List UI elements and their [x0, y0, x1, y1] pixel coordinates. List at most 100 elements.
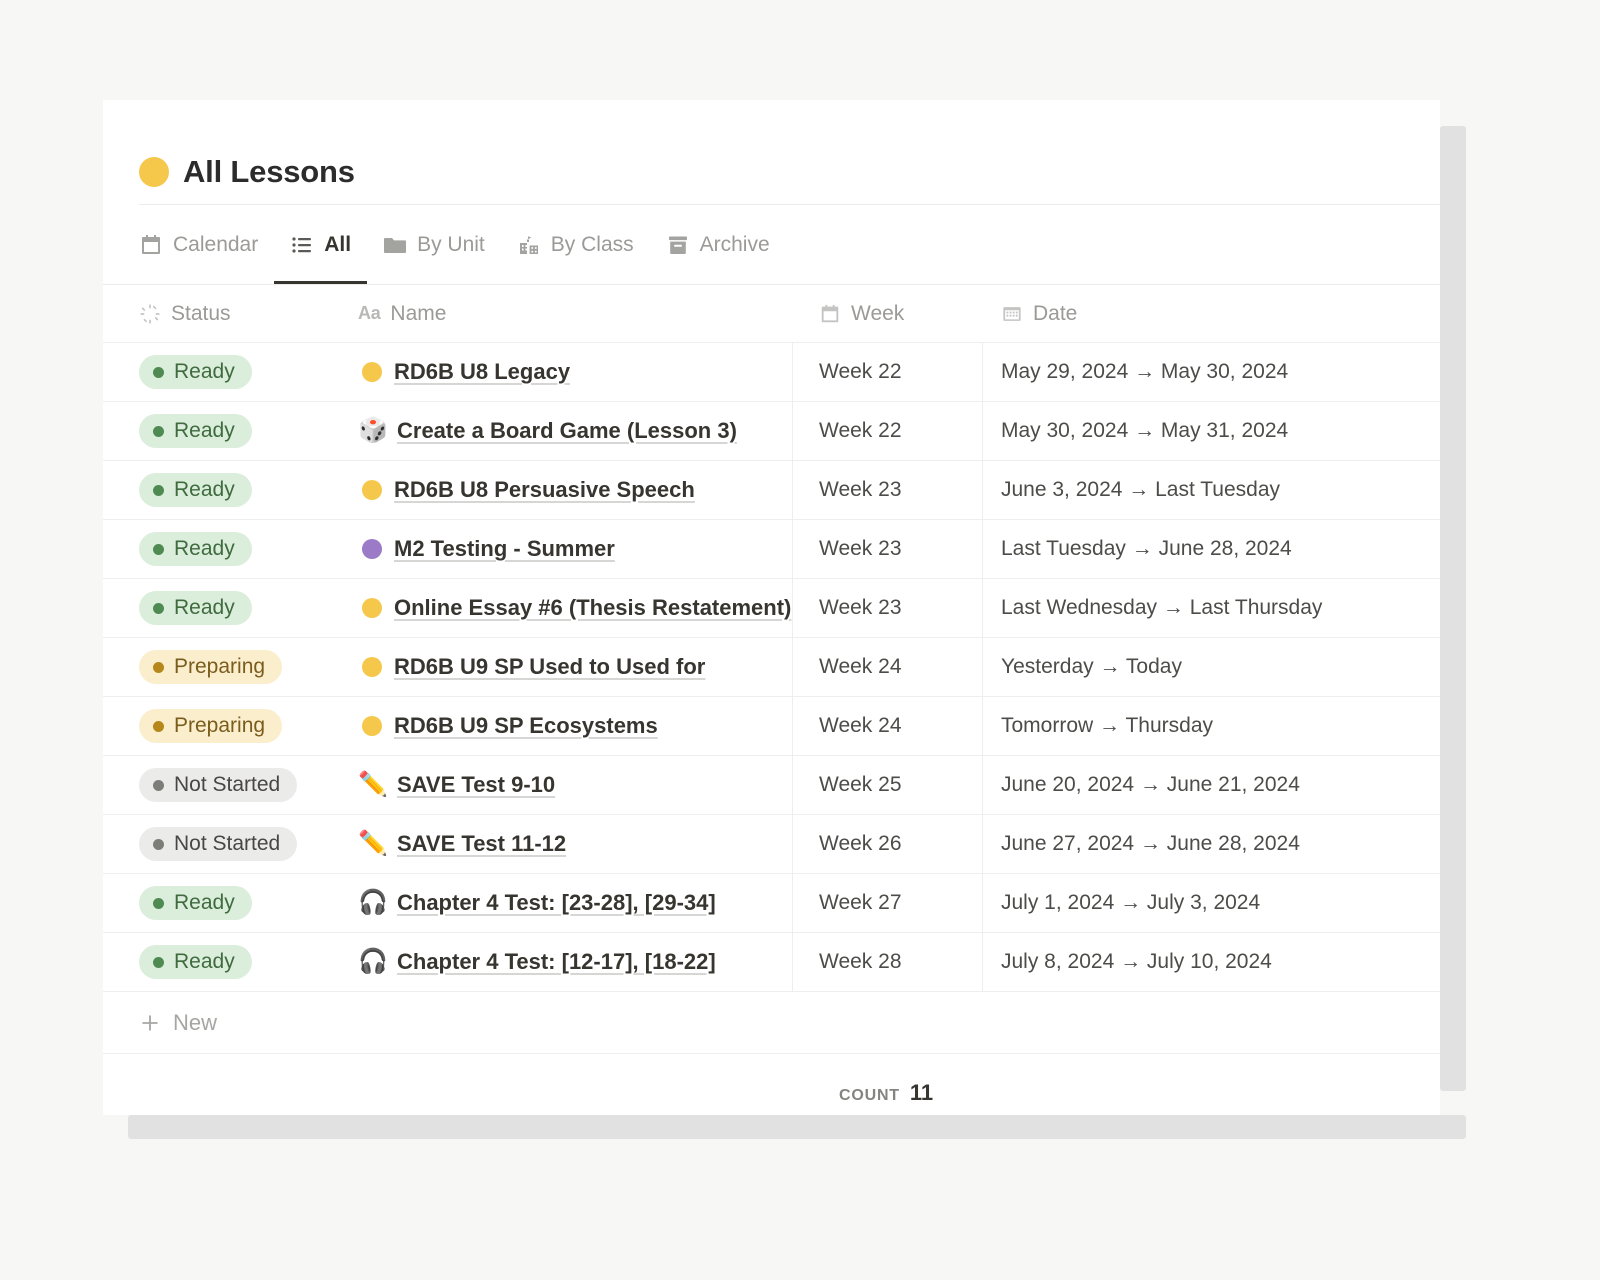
- cell-week[interactable]: Week 25: [793, 756, 983, 814]
- cell-name[interactable]: RD6B U9 SP Used to Used for: [358, 638, 793, 696]
- horizontal-scrollbar-thumb[interactable]: [128, 1115, 1466, 1139]
- tab-archive[interactable]: Archive: [650, 205, 786, 284]
- new-row-button[interactable]: New: [103, 992, 1440, 1054]
- row-name-link[interactable]: RD6B U9 SP Ecosystems: [394, 713, 658, 739]
- status-label: Ready: [174, 596, 235, 619]
- table-row[interactable]: Not Started ✏️ SAVE Test 11-12 Week 26 June …: [103, 815, 1440, 874]
- list-icon: [290, 233, 314, 257]
- yellow-circle-icon: [362, 598, 382, 618]
- cell-date[interactable]: Tomorrow → Thursday: [983, 697, 1440, 755]
- cell-name[interactable]: 🎲 Create a Board Game (Lesson 3): [358, 402, 793, 460]
- cell-date[interactable]: May 30, 2024 → May 31, 2024: [983, 402, 1440, 460]
- cell-status[interactable]: Ready: [103, 414, 358, 448]
- cell-date[interactable]: June 20, 2024 → June 21, 2024: [983, 756, 1440, 814]
- table-row[interactable]: Ready RD6B U8 Persuasive Speech Week 23 Jun…: [103, 461, 1440, 520]
- row-name-link[interactable]: RD6B U8 Legacy: [394, 359, 570, 385]
- week-value: Week 28: [819, 950, 902, 973]
- yellow-circle-icon: [362, 716, 382, 736]
- tab-by-class-label: By Class: [550, 232, 634, 256]
- cell-name[interactable]: RD6B U8 Legacy: [358, 343, 793, 401]
- column-header-date[interactable]: Date: [983, 285, 1440, 342]
- cell-status[interactable]: Ready: [103, 355, 358, 389]
- date-value: Last Wednesday → Last Thursday: [1001, 596, 1323, 619]
- cell-status[interactable]: Not Started: [103, 827, 358, 861]
- date-value: Tomorrow → Thursday: [1001, 714, 1214, 737]
- column-header-date-label: Date: [1033, 301, 1078, 325]
- cell-name[interactable]: Online Essay #6 (Thesis Restatement): [358, 579, 793, 637]
- cell-date[interactable]: May 29, 2024 → May 30, 2024: [983, 343, 1440, 401]
- cell-date[interactable]: Last Wednesday → Last Thursday: [983, 579, 1440, 637]
- table-row[interactable]: Ready Online Essay #6 (Thesis Restatement…: [103, 579, 1440, 638]
- cell-week[interactable]: Week 22: [793, 343, 983, 401]
- cell-name[interactable]: RD6B U9 SP Ecosystems: [358, 697, 793, 755]
- cell-date[interactable]: June 3, 2024 → Last Tuesday: [983, 461, 1440, 519]
- table-row[interactable]: Preparing RD6B U9 SP Used to Used for Week…: [103, 638, 1440, 697]
- table-row[interactable]: Preparing RD6B U9 SP Ecosystems Week 24 Tom…: [103, 697, 1440, 756]
- cell-week[interactable]: Week 26: [793, 815, 983, 873]
- row-name-link[interactable]: Create a Board Game (Lesson 3): [397, 418, 737, 444]
- headphone-emoji: 🎧: [358, 948, 388, 975]
- status-badge: Not Started: [139, 827, 298, 861]
- cell-date[interactable]: July 8, 2024 → July 10, 2024: [983, 933, 1440, 991]
- cell-status[interactable]: Preparing: [103, 650, 358, 684]
- cell-week[interactable]: Week 23: [793, 461, 983, 519]
- column-header-week[interactable]: Week: [793, 285, 983, 342]
- cell-name[interactable]: RD6B U8 Persuasive Speech: [358, 461, 793, 519]
- table-row[interactable]: Ready 🎲 Create a Board Game (Lesson 3) Week…: [103, 402, 1440, 461]
- cell-date[interactable]: July 1, 2024 → July 3, 2024: [983, 874, 1440, 932]
- cell-week[interactable]: Week 28: [793, 933, 983, 991]
- cell-name[interactable]: ✏️ SAVE Test 11-12: [358, 815, 793, 873]
- horizontal-scrollbar[interactable]: [103, 1115, 1466, 1139]
- row-name-link[interactable]: SAVE Test 9-10: [397, 772, 555, 798]
- cell-week[interactable]: Week 24: [793, 697, 983, 755]
- cell-week[interactable]: Week 23: [793, 579, 983, 637]
- row-name-link[interactable]: RD6B U8 Persuasive Speech: [394, 477, 695, 503]
- week-value: Week 23: [819, 537, 902, 560]
- cell-date[interactable]: Last Tuesday → June 28, 2024: [983, 520, 1440, 578]
- column-header-status-label: Status: [171, 301, 231, 325]
- row-name-link[interactable]: Chapter 4 Test: [23-28], [29-34]: [397, 890, 716, 916]
- cell-week[interactable]: Week 23: [793, 520, 983, 578]
- cell-week[interactable]: Week 27: [793, 874, 983, 932]
- status-badge: Ready: [139, 414, 252, 448]
- count-summary[interactable]: COUNT 11: [839, 1080, 933, 1106]
- tab-by-class[interactable]: By Class: [501, 205, 650, 284]
- cell-name[interactable]: M2 Testing - Summer: [358, 520, 793, 578]
- row-name-link[interactable]: Chapter 4 Test: [12-17], [18-22]: [397, 949, 716, 975]
- cell-status[interactable]: Ready: [103, 591, 358, 625]
- cell-status[interactable]: Ready: [103, 886, 358, 920]
- cell-name[interactable]: ✏️ SAVE Test 9-10: [358, 756, 793, 814]
- cell-week[interactable]: Week 22: [793, 402, 983, 460]
- cell-status[interactable]: Ready: [103, 473, 358, 507]
- table-row[interactable]: Ready RD6B U8 Legacy Week 22 May 29, 2024 →…: [103, 343, 1440, 402]
- cell-status[interactable]: Preparing: [103, 709, 358, 743]
- cell-date[interactable]: June 27, 2024 → June 28, 2024: [983, 815, 1440, 873]
- tab-calendar[interactable]: Calendar: [139, 205, 274, 284]
- table-row[interactable]: Ready 🎧 Chapter 4 Test: [23-28], [29-34] We…: [103, 874, 1440, 933]
- cell-status[interactable]: Ready: [103, 945, 358, 979]
- date-value: July 8, 2024 → July 10, 2024: [1001, 950, 1272, 973]
- cell-status[interactable]: Not Started: [103, 768, 358, 802]
- row-name-link[interactable]: RD6B U9 SP Used to Used for: [394, 654, 705, 680]
- table-row[interactable]: Not Started ✏️ SAVE Test 9-10 Week 25 June 2…: [103, 756, 1440, 815]
- vertical-scrollbar-thumb[interactable]: [1440, 126, 1466, 1091]
- tab-all[interactable]: All: [274, 205, 367, 284]
- column-header-name[interactable]: Aa Name: [358, 285, 793, 342]
- table-row[interactable]: Ready 🎧 Chapter 4 Test: [12-17], [18-22] We…: [103, 933, 1440, 992]
- cell-status[interactable]: Ready: [103, 532, 358, 566]
- row-name-link[interactable]: M2 Testing - Summer: [394, 536, 615, 562]
- date-value: Last Tuesday → June 28, 2024: [1001, 537, 1292, 560]
- status-label: Not Started: [174, 773, 281, 796]
- table-row[interactable]: Ready M2 Testing - Summer Week 23 Last Tues…: [103, 520, 1440, 579]
- column-header-status[interactable]: Status: [103, 302, 358, 326]
- cell-name[interactable]: 🎧 Chapter 4 Test: [23-28], [29-34]: [358, 874, 793, 932]
- row-name-link[interactable]: Online Essay #6 (Thesis Restatement): [394, 595, 791, 621]
- row-name-link[interactable]: SAVE Test 11-12: [397, 831, 566, 857]
- cell-date[interactable]: Yesterday → Today: [983, 638, 1440, 696]
- tab-by-unit[interactable]: By Unit: [367, 205, 501, 284]
- cell-week[interactable]: Week 24: [793, 638, 983, 696]
- headphone-emoji: 🎧: [358, 889, 388, 916]
- vertical-scrollbar[interactable]: [1440, 100, 1466, 1115]
- table-footer: COUNT 11: [103, 1054, 1440, 1115]
- cell-name[interactable]: 🎧 Chapter 4 Test: [12-17], [18-22]: [358, 933, 793, 991]
